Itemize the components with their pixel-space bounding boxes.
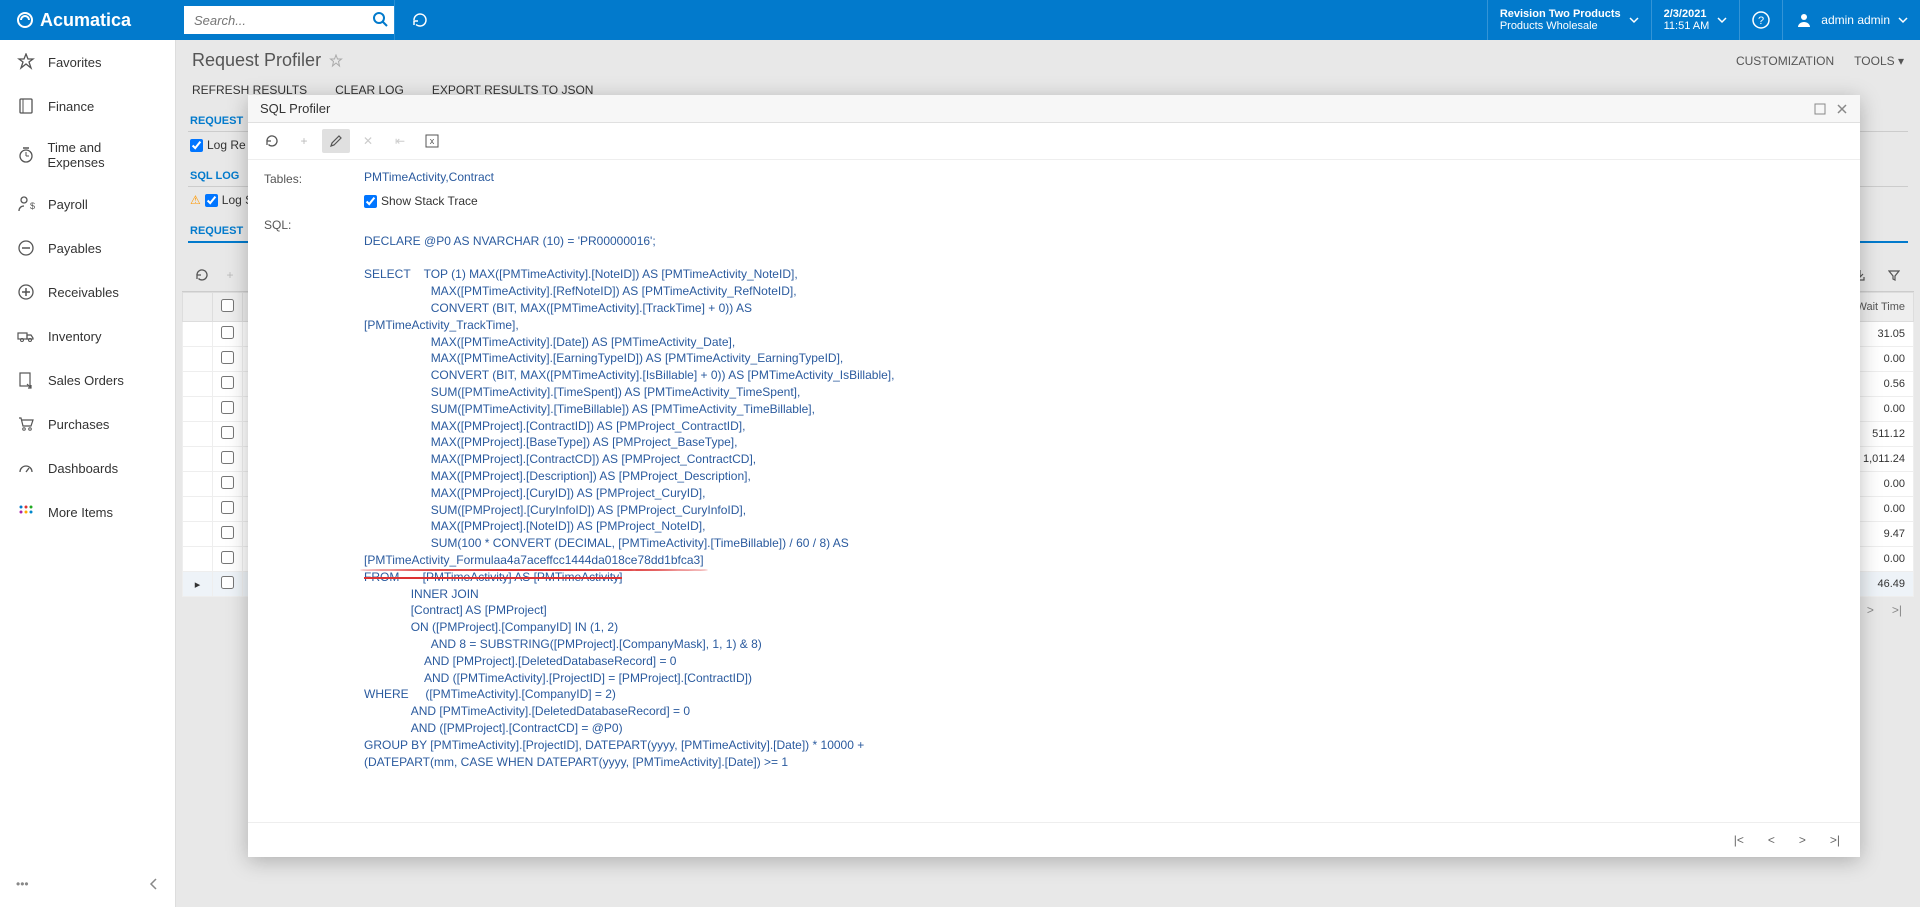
- chevron-down-icon: [1898, 15, 1908, 25]
- sql-label: SQL:: [264, 216, 364, 232]
- search-icon[interactable]: [372, 11, 388, 27]
- svg-text:x: x: [430, 136, 435, 146]
- show-stack-trace-checkbox[interactable]: Show Stack Trace: [364, 194, 478, 208]
- modal-nav-icon[interactable]: ⇤: [386, 129, 414, 153]
- favorite-star-icon[interactable]: [329, 54, 343, 68]
- minus-circle-icon: [16, 238, 36, 258]
- chevron-down-icon: [1629, 15, 1639, 25]
- star-icon: [16, 52, 36, 72]
- search-box: [184, 6, 394, 34]
- collapse-icon[interactable]: [149, 877, 159, 891]
- sidebar-item-more[interactable]: More Items: [0, 490, 175, 534]
- sidebar-item-favorites[interactable]: Favorites: [0, 40, 175, 84]
- svg-text:?: ?: [1758, 15, 1764, 27]
- app-header: Acumatica Revision Two Products Products…: [0, 0, 1920, 40]
- sidebar-item-inventory[interactable]: Inventory: [0, 314, 175, 358]
- tenant-selector[interactable]: Revision Two Products Products Wholesale: [1487, 0, 1651, 40]
- chevron-down-icon: [1717, 15, 1727, 25]
- grid-add-icon[interactable]: +: [216, 263, 244, 287]
- sidebar: Favorites Finance Time and Expenses $Pay…: [0, 40, 176, 907]
- sidebar-item-payroll[interactable]: $Payroll: [0, 182, 175, 226]
- person-dollar-icon: $: [16, 194, 36, 214]
- tools-menu[interactable]: TOOLS ▾: [1854, 54, 1904, 68]
- refresh-button[interactable]: [394, 0, 445, 40]
- dialog-pager: |< < > >|: [248, 822, 1860, 857]
- clock-icon: [16, 145, 35, 165]
- sql-profiler-dialog: SQL Profiler + ✕ ⇤ x Tables: PMTimeActiv…: [248, 95, 1860, 857]
- cart-icon: [16, 414, 36, 434]
- tables-value: PMTimeActivity,Contract: [364, 170, 1844, 186]
- search-input[interactable]: [184, 6, 394, 34]
- pager-last-icon[interactable]: >|: [1830, 833, 1840, 847]
- book-icon: [16, 96, 36, 116]
- svg-text:$: $: [30, 201, 35, 211]
- modal-delete-icon[interactable]: ✕: [354, 129, 382, 153]
- grid-filter-icon[interactable]: [1880, 263, 1908, 287]
- pager-next-icon[interactable]: >: [1799, 833, 1806, 847]
- pager-first-icon[interactable]: |<: [1734, 833, 1744, 847]
- sql-text[interactable]: DECLARE @P0 AS NVARCHAR (10) = 'PR000000…: [364, 216, 934, 787]
- user-icon: [1795, 11, 1813, 29]
- close-icon[interactable]: [1836, 103, 1848, 115]
- help-button[interactable]: ?: [1739, 0, 1782, 40]
- sidebar-item-receivables[interactable]: Receivables: [0, 270, 175, 314]
- sidebar-item-payables[interactable]: Payables: [0, 226, 175, 270]
- sidebar-item-dashboards[interactable]: Dashboards: [0, 446, 175, 490]
- modal-excel-icon[interactable]: x: [418, 129, 446, 153]
- dialog-title: SQL Profiler: [260, 101, 330, 116]
- plus-circle-icon: [16, 282, 36, 302]
- page-title: Request Profiler: [192, 50, 321, 71]
- date-selector[interactable]: 2/3/2021 11:51 AM: [1651, 0, 1740, 40]
- sidebar-item-sales-orders[interactable]: Sales Orders: [0, 358, 175, 402]
- modal-add-icon[interactable]: +: [290, 129, 318, 153]
- sidebar-item-time-expenses[interactable]: Time and Expenses: [0, 128, 175, 182]
- modal-refresh-icon[interactable]: [258, 129, 286, 153]
- pager-prev-icon[interactable]: <: [1768, 833, 1775, 847]
- sidebar-item-finance[interactable]: Finance: [0, 84, 175, 128]
- grid-icon: [16, 502, 36, 522]
- sidebar-item-purchases[interactable]: Purchases: [0, 402, 175, 446]
- doc-arrow-icon: [16, 370, 36, 390]
- customization-link[interactable]: CUSTOMIZATION: [1736, 54, 1834, 68]
- logo-text: Acumatica: [40, 10, 131, 31]
- logo: Acumatica: [0, 10, 176, 31]
- gauge-icon: [16, 458, 36, 478]
- more-icon[interactable]: •••: [16, 877, 29, 891]
- maximize-icon[interactable]: [1814, 103, 1826, 115]
- warning-icon: ⚠: [190, 193, 201, 207]
- user-menu[interactable]: admin admin: [1782, 0, 1920, 40]
- pager-next-icon[interactable]: >: [1867, 603, 1874, 617]
- grid-refresh-icon[interactable]: [188, 263, 216, 287]
- tables-label: Tables:: [264, 170, 364, 186]
- modal-edit-icon[interactable]: [322, 129, 350, 153]
- logo-icon: [16, 11, 34, 29]
- truck-icon: [16, 326, 36, 346]
- pager-last-icon[interactable]: >|: [1892, 603, 1902, 617]
